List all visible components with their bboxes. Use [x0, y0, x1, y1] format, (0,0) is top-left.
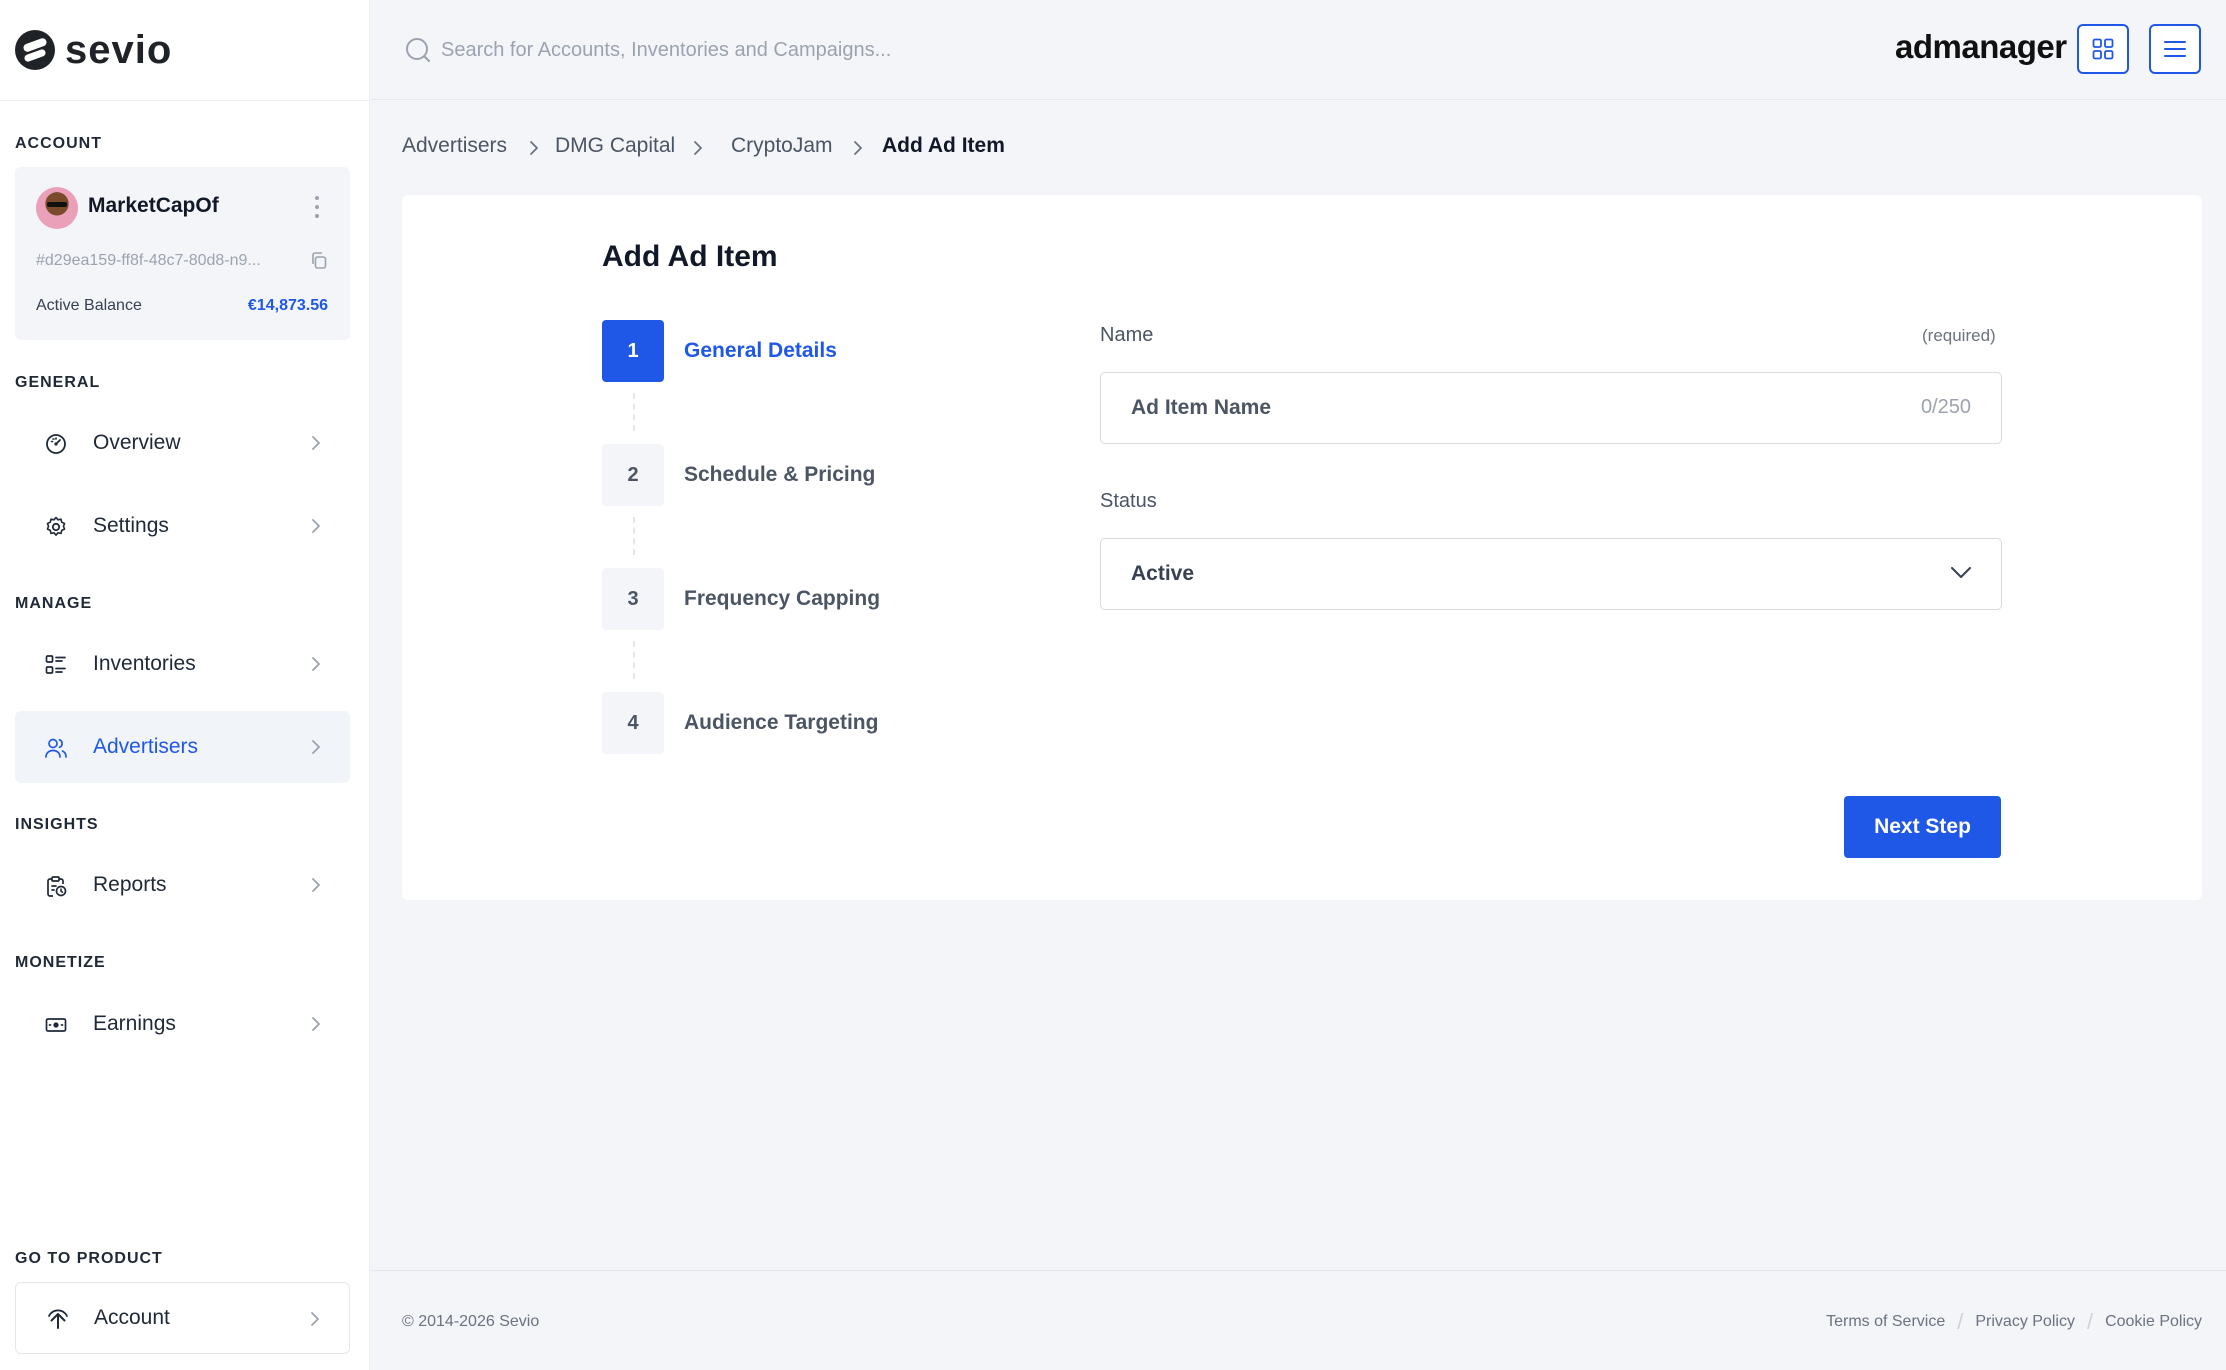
step-number: 4 [602, 692, 664, 754]
ad-item-name-field[interactable]: Ad Item Name 0/250 [1100, 372, 2002, 444]
account-card: MarketCapOf #d29ea159-ff8f-48c7-80d8-n9.… [15, 167, 350, 340]
cookie-policy-link[interactable]: Cookie Policy [2105, 1313, 2202, 1331]
name-field-label: Name [1100, 324, 1154, 346]
copy-icon[interactable] [311, 252, 327, 269]
chevron-down-icon [1951, 567, 1971, 578]
sidebar-item-reports[interactable]: Reports [15, 849, 350, 921]
chevron-right-icon [311, 1312, 319, 1326]
section-label-go-to-product: GO TO PRODUCT [15, 1250, 163, 1267]
chevron-right-icon [312, 740, 320, 754]
breadcrumb-current: Add Ad Item [882, 134, 1005, 157]
balance-label: Active Balance [36, 297, 142, 314]
chevron-right-icon [854, 141, 862, 155]
privacy-policy-link[interactable]: Privacy Policy [1975, 1313, 2075, 1331]
separator: / [2086, 1309, 2094, 1334]
step-connector [633, 641, 635, 679]
footer-links: Terms of Service / Privacy Policy / Cook… [1826, 1309, 2202, 1334]
chevron-right-icon [312, 878, 320, 892]
step-number: 1 [602, 320, 664, 382]
section-label-insights: INSIGHTS [15, 816, 99, 833]
step-schedule-pricing[interactable]: 2 Schedule & Pricing [602, 444, 902, 506]
separator: / [1957, 1309, 1964, 1334]
users-icon [45, 738, 67, 758]
logo-text: sevio [65, 27, 173, 72]
character-counter: 0/250 [1920, 396, 1971, 418]
page-title: Add Ad Item [602, 240, 778, 273]
list-icon [45, 655, 66, 674]
next-step-button[interactable]: Next Step [1844, 796, 2001, 858]
status-select[interactable]: Active [1100, 538, 2002, 610]
add-ad-item-card: Add Ad Item 1 General Details 2 Schedule… [402, 195, 2202, 900]
sidebar-item-label: Overview [93, 431, 181, 454]
upload-arrow-icon [48, 1309, 68, 1329]
sidebar-item-label: Reports [93, 873, 167, 896]
apps-grid-button[interactable] [2077, 24, 2129, 74]
step-frequency-capping[interactable]: 3 Frequency Capping [602, 568, 902, 630]
sidebar-item-earnings[interactable]: Earnings [15, 988, 350, 1060]
status-field-label: Status [1100, 490, 1157, 512]
go-to-product-account[interactable]: Account [15, 1282, 350, 1354]
sidebar-item-label: Earnings [93, 1012, 176, 1035]
step-connector [633, 517, 635, 555]
sidebar-divider [0, 100, 370, 101]
section-label-manage: MANAGE [15, 595, 93, 612]
sidebar-item-label: Advertisers [93, 735, 199, 758]
admanager-logo: admanager [1895, 28, 2067, 65]
step-label: General Details [684, 339, 837, 362]
chevron-right-icon [312, 1017, 320, 1031]
search-icon [406, 38, 430, 62]
section-label-monetize: MONETIZE [15, 954, 106, 971]
required-hint: (required) [1922, 326, 1996, 345]
sidebar-item-label: Settings [93, 514, 169, 537]
hamburger-icon [2164, 41, 2186, 57]
footer: © 2014-2026 Sevio Terms of Service / Pri… [371, 1270, 2226, 1370]
name-placeholder: Ad Item Name [1131, 396, 1272, 419]
breadcrumb-dmg-capital[interactable]: DMG Capital [555, 134, 675, 158]
sevio-logo[interactable]: sevio [15, 26, 172, 74]
chevron-right-icon [530, 141, 538, 155]
menu-button[interactable] [2149, 24, 2201, 74]
step-number: 2 [602, 444, 664, 506]
sevio-logo-icon [15, 30, 55, 70]
step-general-details[interactable]: 1 General Details [602, 320, 902, 382]
go-to-product-label: Account [94, 1306, 170, 1329]
section-label-general: GENERAL [15, 374, 101, 391]
chevron-right-icon [312, 519, 320, 533]
search-input[interactable] [441, 30, 1141, 70]
chevron-right-icon [312, 657, 320, 671]
copyright: © 2014-2026 Sevio [402, 1313, 540, 1330]
sidebar-item-advertisers[interactable]: Advertisers [15, 711, 350, 783]
sidebar-item-settings[interactable]: Settings [15, 490, 350, 562]
dashboard-icon [46, 434, 66, 454]
breadcrumb-advertisers[interactable]: Advertisers [402, 134, 507, 158]
money-icon [45, 1018, 67, 1032]
step-number: 3 [602, 568, 664, 630]
breadcrumb-cryptojam[interactable]: CryptoJam [731, 134, 833, 158]
avatar [36, 187, 78, 229]
terms-of-service-link[interactable]: Terms of Service [1826, 1313, 1945, 1331]
chevron-right-icon [694, 141, 702, 155]
grid-icon [2092, 38, 2114, 60]
sidebar: sevio ACCOUNT MarketCapOf #d29ea159-ff8f… [0, 0, 370, 1370]
account-id: #d29ea159-ff8f-48c7-80d8-n9... [36, 252, 261, 269]
step-label: Audience Targeting [684, 711, 879, 734]
sidebar-item-overview[interactable]: Overview [15, 407, 350, 479]
gear-icon [46, 516, 66, 536]
section-label-account: ACCOUNT [15, 135, 102, 152]
step-audience-targeting[interactable]: 4 Audience Targeting [602, 692, 902, 754]
step-connector [633, 393, 635, 431]
report-icon [47, 876, 67, 897]
sidebar-item-inventories[interactable]: Inventories [15, 628, 350, 700]
step-label: Schedule & Pricing [684, 463, 876, 486]
balance-value: €14,873.56 [247, 297, 328, 314]
step-label: Frequency Capping [684, 587, 881, 610]
status-selected-value: Active [1131, 562, 1195, 585]
chevron-right-icon [312, 436, 320, 450]
sidebar-item-label: Inventories [93, 652, 196, 675]
more-options-icon[interactable] [314, 196, 320, 218]
account-name: MarketCapOf [88, 194, 219, 217]
topbar: admanager [371, 0, 2226, 100]
